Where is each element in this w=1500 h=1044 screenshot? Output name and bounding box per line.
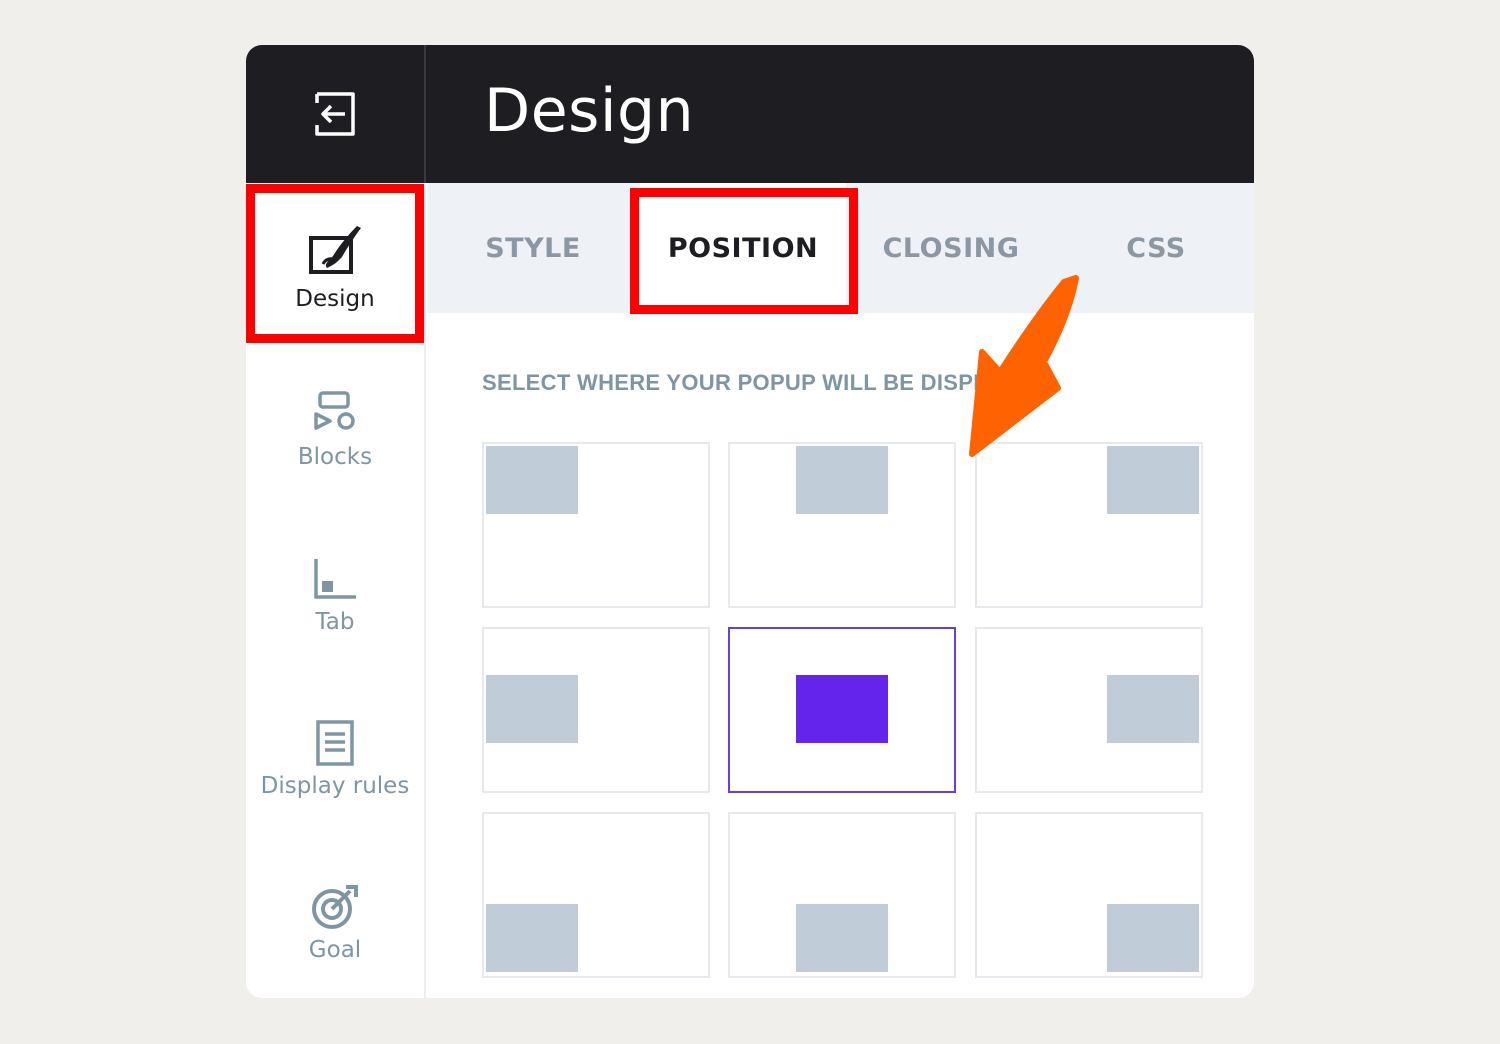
popup-preview xyxy=(486,446,578,514)
sidebar-item-blocks[interactable]: Blocks xyxy=(246,355,424,505)
popup-preview xyxy=(1107,675,1199,743)
popup-preview xyxy=(486,904,578,972)
popup-preview xyxy=(796,675,888,743)
popup-preview xyxy=(1107,904,1199,972)
sidebar-item-label: Blocks xyxy=(297,444,373,470)
sidebar: Design Blocks Tab Display rules Goal xyxy=(246,183,426,998)
page-title: Design xyxy=(484,76,695,146)
sidebar-item-label: Display rules xyxy=(260,773,410,799)
popup-preview xyxy=(486,675,578,743)
sidebar-item-goal[interactable]: Goal xyxy=(246,848,424,998)
tab-icon xyxy=(314,559,356,599)
target-icon xyxy=(312,885,358,929)
exit-button[interactable] xyxy=(246,45,426,183)
position-section-label: SELECT WHERE YOUR POPUP WILL BE DISPLAYE… xyxy=(482,370,1048,395)
sidebar-item-label: Tab xyxy=(315,609,355,635)
position-top-right[interactable] xyxy=(975,442,1203,608)
editor-window: Design Design Blocks Tab Display rules G… xyxy=(246,45,1254,998)
popup-preview xyxy=(796,904,888,972)
position-middle-center[interactable] xyxy=(728,627,956,793)
sidebar-item-design[interactable]: Design xyxy=(246,193,424,343)
sidebar-item-label: Goal xyxy=(308,937,362,963)
sidebar-item-tab[interactable]: Tab xyxy=(246,520,424,670)
position-top-center[interactable] xyxy=(728,442,956,608)
popup-preview xyxy=(796,446,888,514)
popup-preview xyxy=(1107,446,1199,514)
position-middle-right[interactable] xyxy=(975,627,1203,793)
blocks-icon xyxy=(314,391,355,430)
position-top-left[interactable] xyxy=(482,442,710,608)
sidebar-item-label: Design xyxy=(295,286,375,312)
exit-icon xyxy=(315,92,355,136)
position-middle-left[interactable] xyxy=(482,627,710,793)
brush-icon xyxy=(309,226,361,274)
tab-bar: STYLE POSITION CLOSING CSS xyxy=(428,183,1254,313)
position-bottom-right[interactable] xyxy=(975,812,1203,978)
tab-closing[interactable]: CLOSING xyxy=(848,183,1054,313)
position-bottom-center[interactable] xyxy=(728,812,956,978)
tab-css[interactable]: CSS xyxy=(1058,183,1254,313)
tab-position[interactable]: POSITION xyxy=(640,183,846,313)
list-icon xyxy=(316,720,354,766)
position-bottom-left[interactable] xyxy=(482,812,710,978)
sidebar-item-display-rules[interactable]: Display rules xyxy=(246,684,424,834)
tab-style[interactable]: STYLE xyxy=(428,183,638,313)
top-bar: Design xyxy=(246,45,1254,183)
